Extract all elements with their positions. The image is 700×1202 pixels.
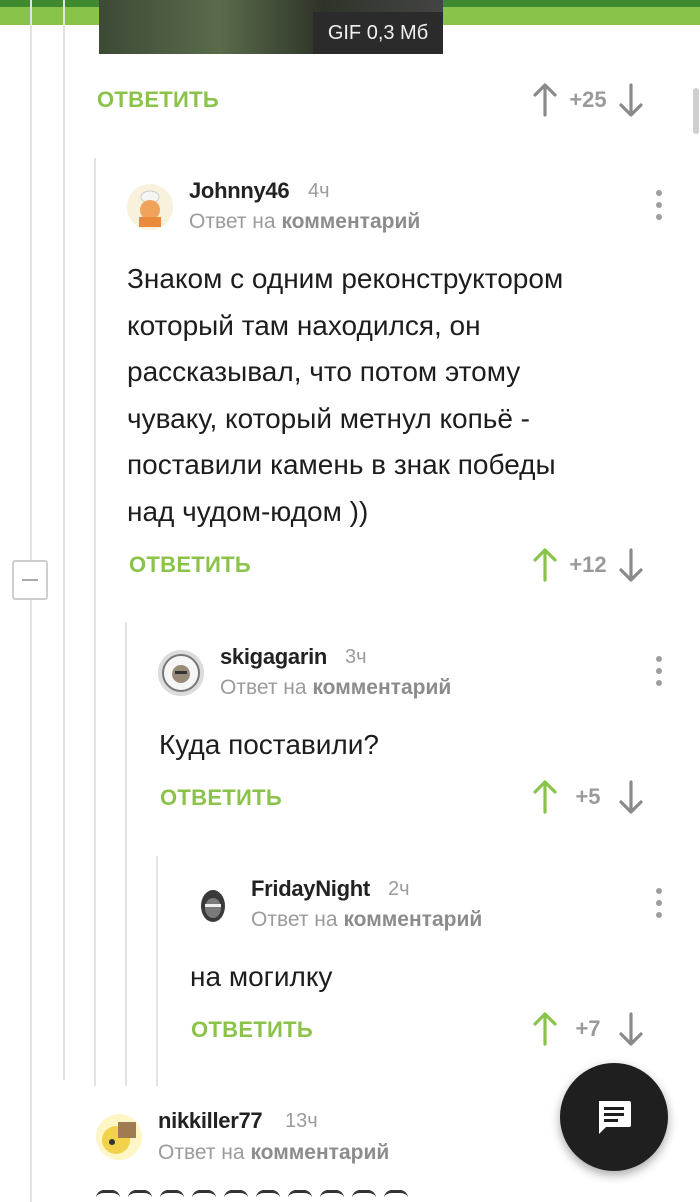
comment-body: на могилку <box>190 954 332 1001</box>
reply-to-line[interactable]: Ответ на комментарий <box>220 676 451 700</box>
downvote-button[interactable] <box>616 777 646 817</box>
vote-controls: +7 <box>530 1009 646 1049</box>
comment-score: +7 <box>575 1016 601 1041</box>
reply-button[interactable]: ОТВЕТИТЬ <box>97 87 219 113</box>
thread-line <box>30 600 32 1202</box>
thread-line <box>125 622 127 1086</box>
reply-to-link[interactable]: комментарий <box>312 676 451 699</box>
upvote-button[interactable] <box>530 1009 560 1049</box>
gif-thumbnail[interactable]: GIF 0,3 Мб <box>99 0 443 54</box>
comment-username[interactable]: FridayNight <box>251 876 370 902</box>
upvote-button[interactable] <box>530 545 560 585</box>
thread-line <box>94 158 96 1086</box>
vote-controls: +5 <box>530 777 646 817</box>
thread-line <box>30 0 32 560</box>
reply-to-label: Ответ на <box>220 676 307 699</box>
comment-line: рассказывал, что потом этому <box>127 356 521 387</box>
downvote-button[interactable] <box>616 80 646 120</box>
avatar-image <box>158 650 204 696</box>
reply-to-link[interactable]: комментарий <box>250 1141 389 1164</box>
avatar[interactable] <box>190 882 236 928</box>
avatar-image <box>96 1114 142 1160</box>
comment-time: 13ч <box>285 1110 318 1132</box>
comment-line: поставили камень в знак победы <box>127 449 556 480</box>
arrow-down-icon <box>619 548 643 582</box>
gif-size-badge: GIF 0,3 Мб <box>313 12 443 54</box>
arrow-up-icon <box>533 548 557 582</box>
arrow-down-icon <box>619 780 643 814</box>
avatar[interactable] <box>96 1114 142 1160</box>
arrow-down-icon <box>619 83 643 117</box>
avatar-image <box>190 882 236 928</box>
avatar[interactable] <box>158 650 204 696</box>
comment-score: +25 <box>569 87 607 112</box>
comment-body: Куда поставили? <box>159 722 379 769</box>
reply-to-link[interactable]: комментарий <box>281 210 420 233</box>
comment-username[interactable]: nikkiller77 <box>158 1108 263 1134</box>
arrow-up-icon <box>533 1012 557 1046</box>
reply-to-link[interactable]: комментарий <box>343 908 482 931</box>
more-vert-icon[interactable] <box>654 888 664 918</box>
reply-to-label: Ответ на <box>189 210 276 233</box>
downvote-button[interactable] <box>616 1009 646 1049</box>
vote-controls: +12 <box>530 545 646 585</box>
comment-line: над чудом-юдом )) <box>127 495 369 527</box>
comment-time: 3ч <box>345 646 367 668</box>
reply-button[interactable]: ОТВЕТИТЬ <box>191 1017 313 1043</box>
upvote-button[interactable] <box>530 80 560 120</box>
collapse-icon <box>22 579 38 581</box>
arrow-up-icon <box>533 780 557 814</box>
reply-to-label: Ответ на <box>251 908 338 931</box>
comment-score: +5 <box>575 784 601 809</box>
comment-line: который там находился, он <box>127 309 481 341</box>
reply-to-line[interactable]: Ответ на комментарий <box>158 1141 389 1165</box>
reply-to-label: Ответ на <box>158 1141 245 1164</box>
comment-line: Куда поставили? <box>159 729 379 760</box>
comment-body-cutoff <box>96 1190 456 1202</box>
avatar[interactable] <box>127 184 173 230</box>
scrollbar-thumb[interactable] <box>693 88 699 134</box>
comment-line: на могилку <box>190 961 333 992</box>
vote-controls: +25 <box>530 80 646 120</box>
arrow-up-icon <box>533 83 557 117</box>
comment-time: 2ч <box>388 878 410 900</box>
collapse-thread-button[interactable] <box>12 560 48 600</box>
comment-username[interactable]: Johnny46 <box>189 178 290 204</box>
comment-username[interactable]: skigagarin <box>220 644 327 670</box>
upvote-button[interactable] <box>530 777 560 817</box>
reply-to-line[interactable]: Ответ на комментарий <box>251 908 482 932</box>
thread-line <box>156 856 158 1086</box>
chat-icon <box>599 1101 631 1134</box>
arrow-down-icon <box>619 1012 643 1046</box>
avatar-image <box>127 184 173 230</box>
reply-to-line[interactable]: Ответ на комментарий <box>189 210 420 234</box>
comment-time: 4ч <box>308 180 330 202</box>
more-vert-icon[interactable] <box>654 656 664 686</box>
comment-body: Знаком с одним реконструктором который т… <box>127 256 563 535</box>
reply-button[interactable]: ОТВЕТИТЬ <box>160 785 282 811</box>
comment-line: чуваку, который метнул копьё - <box>127 402 531 434</box>
comment-score: +12 <box>569 552 607 577</box>
downvote-button[interactable] <box>616 545 646 585</box>
reply-button[interactable]: ОТВЕТИТЬ <box>129 552 251 578</box>
new-comment-button[interactable] <box>560 1063 668 1171</box>
thread-line <box>63 0 65 1080</box>
comment-line: Знаком с одним реконструктором <box>127 263 564 294</box>
more-vert-icon[interactable] <box>654 190 664 220</box>
